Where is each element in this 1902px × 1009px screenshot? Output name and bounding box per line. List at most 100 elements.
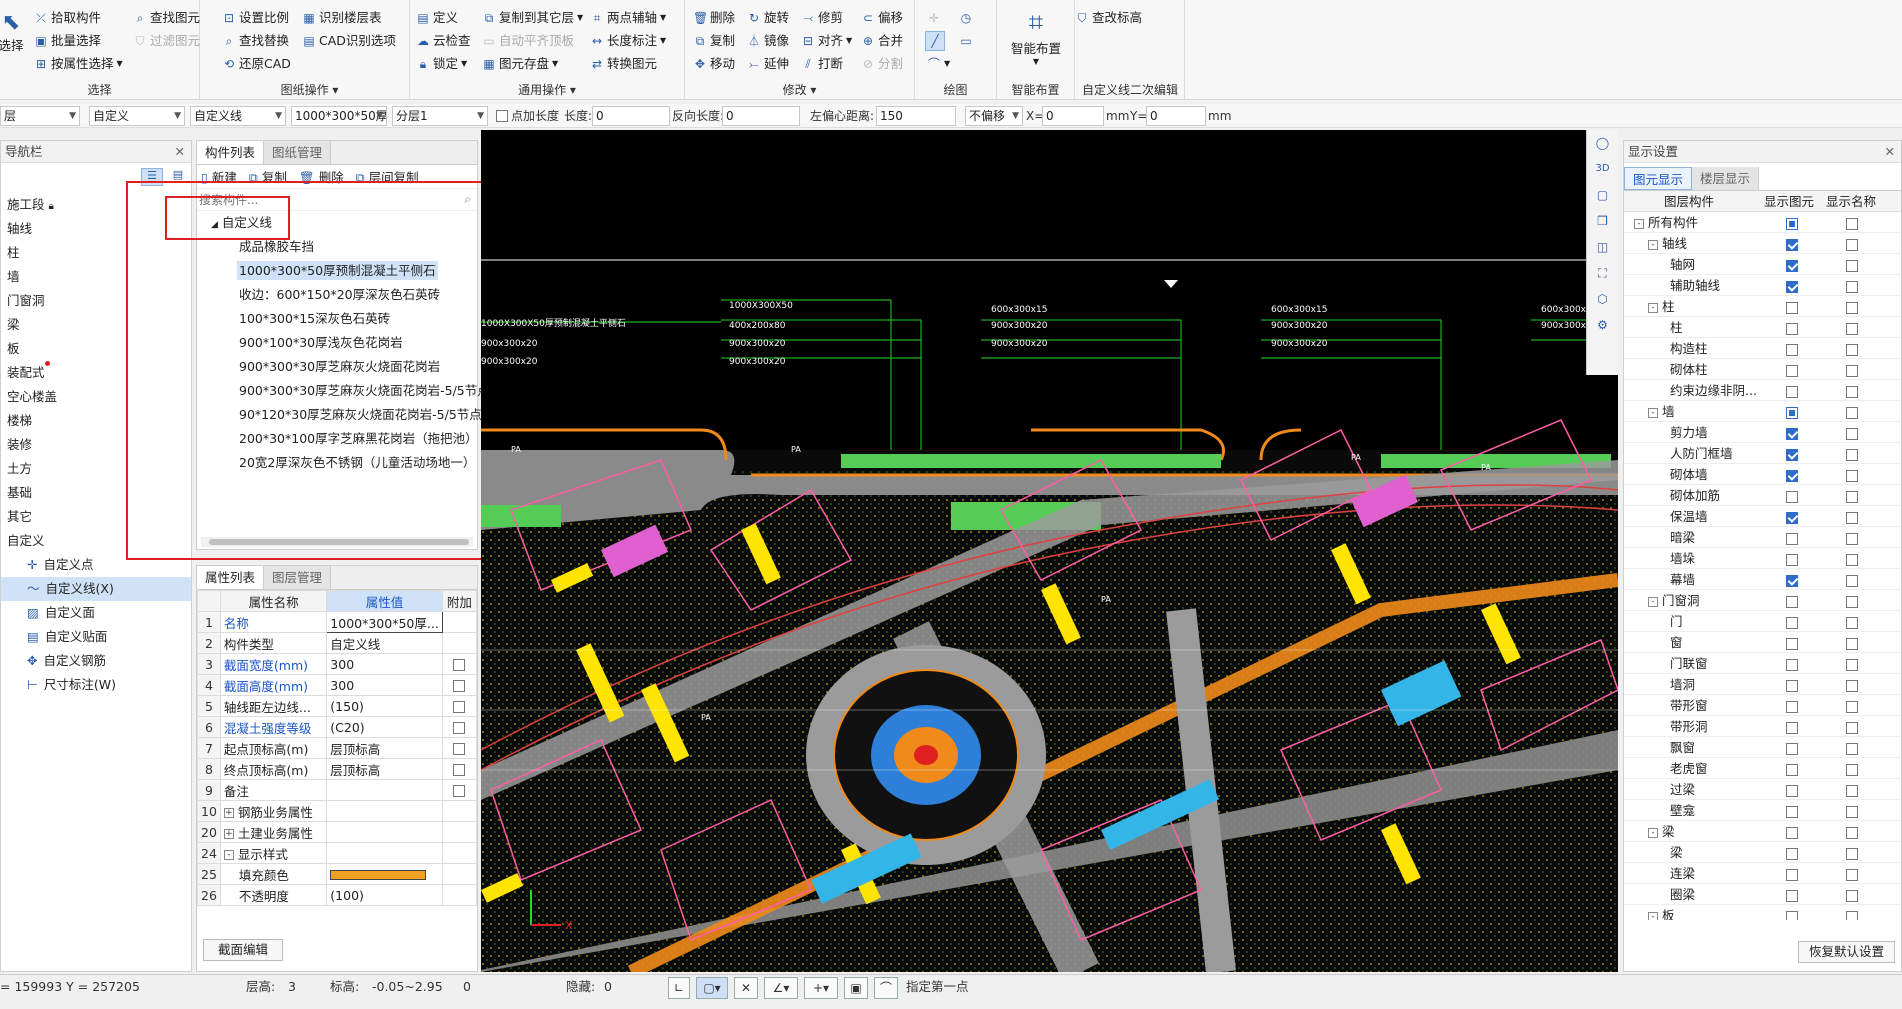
show-name-checkbox[interactable] bbox=[1846, 595, 1858, 608]
property-checkbox[interactable] bbox=[453, 722, 466, 734]
display-row[interactable]: 带形窗 bbox=[1624, 695, 1901, 716]
nav-subitem[interactable]: ⊢ 尺寸标注(W) bbox=[1, 673, 191, 697]
expand-icon[interactable]: + bbox=[223, 808, 234, 818]
show-element-checkbox[interactable] bbox=[1786, 574, 1798, 587]
component-search-input[interactable] bbox=[199, 191, 449, 209]
show-name-checkbox[interactable] bbox=[1846, 448, 1858, 461]
cube-icon[interactable]: ❒ bbox=[1587, 208, 1618, 234]
nav-item[interactable]: 空心楼盖 bbox=[1, 385, 191, 409]
show-element-checkbox[interactable] bbox=[1786, 469, 1798, 482]
y-input[interactable]: 0 bbox=[1146, 106, 1206, 126]
show-element-checkbox[interactable] bbox=[1786, 259, 1798, 272]
rotate-point-button[interactable]: ◷ bbox=[959, 8, 973, 28]
display-row[interactable]: 保温墙 bbox=[1624, 506, 1901, 527]
auto-align-slab-button[interactable]: ▭ 自动平齐顶板 bbox=[482, 31, 574, 51]
snap-toggle-icon[interactable]: ▢▾ bbox=[696, 977, 728, 999]
property-value[interactable]: 层顶标高 bbox=[326, 737, 443, 759]
show-name-checkbox[interactable] bbox=[1846, 511, 1858, 524]
show-element-checkbox[interactable] bbox=[1786, 679, 1798, 692]
display-row[interactable]: 砌体加筋 bbox=[1624, 485, 1901, 506]
show-name-checkbox[interactable] bbox=[1846, 910, 1858, 920]
identify-floor-table-button[interactable]: ▦ 识别楼层表 bbox=[302, 8, 381, 28]
tree-item[interactable]: 200*30*100厚字芝麻黑花岗岩（拖把池） bbox=[237, 427, 478, 451]
rotate-button[interactable]: ↻ 旋转 bbox=[747, 8, 789, 28]
floor-copy-button[interactable]: ⧉ 层间复制 bbox=[356, 167, 419, 186]
nav-item[interactable]: 轴线 bbox=[1, 217, 191, 241]
display-row[interactable]: 砌体柱 bbox=[1624, 359, 1901, 380]
display-row[interactable]: 剪力墙 bbox=[1624, 422, 1901, 443]
offset-input[interactable]: 150 bbox=[876, 106, 956, 126]
tab-floor-display[interactable]: 楼层显示 bbox=[1692, 167, 1760, 190]
show-name-checkbox[interactable] bbox=[1846, 364, 1858, 377]
display-row[interactable]: 梁 bbox=[1624, 842, 1901, 863]
copy-to-other-floor-button[interactable]: ⧉ 复制到其它层 ▼ bbox=[482, 8, 583, 28]
display-row[interactable]: 辅助轴线 bbox=[1624, 275, 1901, 296]
property-row[interactable]: 1 名称 1000*300*50厚... bbox=[197, 611, 478, 633]
show-name-checkbox[interactable] bbox=[1846, 532, 1858, 545]
display-row[interactable]: 圈梁 bbox=[1624, 884, 1901, 905]
show-element-checkbox[interactable] bbox=[1786, 826, 1798, 839]
property-row[interactable]: 2 构件类型 自定义线 bbox=[197, 632, 478, 654]
reset-default-button[interactable]: 恢复默认设置 bbox=[1797, 941, 1895, 963]
display-row[interactable]: 人防门框墙 bbox=[1624, 443, 1901, 464]
nav-item[interactable]: 土方 bbox=[1, 457, 191, 481]
extend-button[interactable]: ⤚ 延伸 bbox=[747, 54, 789, 74]
tree-item[interactable]: 100*300*15深灰色石英砖 bbox=[237, 307, 477, 331]
show-element-checkbox[interactable] bbox=[1786, 385, 1798, 398]
dimension-snap-icon[interactable]: +▾ bbox=[804, 977, 838, 999]
show-element-checkbox[interactable] bbox=[1786, 868, 1798, 881]
show-name-checkbox[interactable] bbox=[1846, 238, 1858, 251]
layer-combo[interactable]: 分层1 ▼ bbox=[392, 106, 488, 126]
cross-icon[interactable]: ✕ bbox=[734, 977, 758, 999]
close-icon[interactable]: ✕ bbox=[175, 141, 185, 163]
show-name-checkbox[interactable] bbox=[1846, 889, 1858, 902]
nav-item[interactable]: 自定义 bbox=[1, 529, 191, 553]
property-value[interactable] bbox=[326, 779, 443, 801]
property-checkbox[interactable] bbox=[453, 785, 466, 797]
display-row[interactable]: 墙垛 bbox=[1624, 548, 1901, 569]
show-name-checkbox[interactable] bbox=[1846, 847, 1858, 860]
show-name-checkbox[interactable] bbox=[1846, 679, 1858, 692]
show-name-checkbox[interactable] bbox=[1846, 301, 1858, 314]
tree-root[interactable]: ◢ 自定义线 bbox=[211, 211, 477, 235]
collapse-icon[interactable]: - bbox=[223, 850, 234, 860]
show-name-checkbox[interactable] bbox=[1846, 868, 1858, 881]
display-row[interactable]: -墙 bbox=[1624, 401, 1901, 422]
tree-item[interactable]: 成品橡胶车挡 bbox=[237, 235, 477, 259]
expand-icon[interactable]: + bbox=[223, 829, 234, 839]
copy-button[interactable]: ⧉ 复制 bbox=[693, 31, 735, 51]
collapse-icon[interactable]: - bbox=[1648, 302, 1658, 313]
property-value[interactable] bbox=[326, 821, 443, 843]
show-name-checkbox[interactable] bbox=[1846, 574, 1858, 587]
tab-drawing-management[interactable]: 图纸管理 bbox=[264, 141, 332, 164]
collapse-icon[interactable]: - bbox=[1648, 239, 1658, 250]
nav-item[interactable]: 楼梯 bbox=[1, 409, 191, 433]
display-row[interactable]: 砌体墙 bbox=[1624, 464, 1901, 485]
length-input[interactable]: 0 bbox=[592, 106, 670, 126]
display-row[interactable]: -梁 bbox=[1624, 821, 1901, 842]
component-combo[interactable]: 1000*300*50厚 ▼ bbox=[291, 106, 387, 126]
show-name-checkbox[interactable] bbox=[1846, 406, 1858, 419]
nav-item[interactable]: 装修 bbox=[1, 433, 191, 457]
nav-subitem[interactable]: ▨ 自定义面 bbox=[1, 601, 191, 625]
type1-combo[interactable]: 自定义 ▼ bbox=[89, 106, 185, 126]
display-row[interactable]: 柱 bbox=[1624, 317, 1901, 338]
rect-draw-button[interactable]: ▭ bbox=[959, 31, 973, 51]
collapse-icon[interactable]: - bbox=[1648, 407, 1658, 418]
nav-subitem[interactable]: ✥ 自定义钢筋 bbox=[1, 649, 191, 673]
show-name-checkbox[interactable] bbox=[1846, 742, 1858, 755]
tab-component-list[interactable]: 构件列表 bbox=[197, 141, 265, 164]
show-element-checkbox[interactable] bbox=[1786, 595, 1798, 608]
show-name-checkbox[interactable] bbox=[1846, 427, 1858, 440]
show-element-checkbox[interactable] bbox=[1786, 343, 1798, 356]
property-row[interactable]: 10 + 钢筋业务属性 bbox=[197, 800, 478, 822]
property-value[interactable] bbox=[326, 863, 443, 885]
property-row[interactable]: 4 截面高度(mm) 300 bbox=[197, 674, 478, 696]
line-draw-button[interactable]: ╱ bbox=[925, 31, 945, 51]
tree-item[interactable]: 900*300*30厚芝麻灰火烧面花岗岩 bbox=[237, 355, 477, 379]
batch-select-button[interactable]: ▣ 批量选择 bbox=[34, 31, 101, 51]
tab-properties[interactable]: 属性列表 bbox=[197, 566, 265, 589]
drawing-canvas[interactable]: 1000X300X50厚预制混凝土平侧石 1000X300X50 400x200… bbox=[481, 130, 1618, 972]
restore-cad-button[interactable]: ⟲ 还原CAD bbox=[222, 54, 291, 74]
show-element-checkbox[interactable] bbox=[1786, 238, 1798, 251]
